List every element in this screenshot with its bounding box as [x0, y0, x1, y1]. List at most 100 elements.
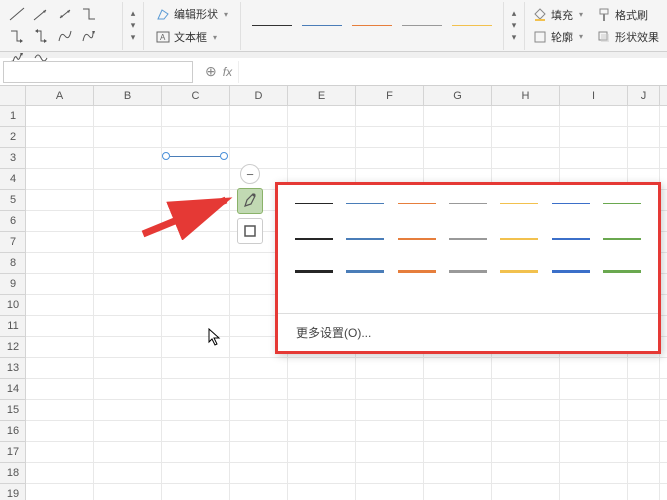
line-swatch[interactable] — [295, 238, 333, 240]
gallery-down-icon[interactable]: ▾ — [126, 20, 140, 32]
line-swatch[interactable] — [398, 270, 436, 273]
row-header[interactable]: 5 — [0, 190, 26, 211]
cell[interactable] — [162, 442, 230, 463]
eyedropper-button[interactable] — [237, 188, 263, 214]
cell[interactable] — [94, 274, 162, 295]
cell[interactable] — [424, 442, 492, 463]
style-up-icon[interactable]: ▴ — [507, 8, 521, 20]
cell[interactable] — [560, 127, 628, 148]
row-header[interactable]: 7 — [0, 232, 26, 253]
row-header[interactable]: 1 — [0, 106, 26, 127]
cell[interactable] — [628, 484, 660, 500]
cell[interactable] — [94, 253, 162, 274]
line-style-swatch[interactable] — [297, 16, 347, 36]
style-down-icon[interactable]: ▾ — [507, 20, 521, 32]
cell[interactable] — [26, 484, 94, 500]
shape-effects-button[interactable]: 形状效果 — [593, 27, 663, 47]
cell[interactable] — [288, 379, 356, 400]
cell[interactable] — [628, 463, 660, 484]
cell[interactable] — [288, 463, 356, 484]
cell[interactable] — [424, 400, 492, 421]
cell[interactable] — [628, 148, 660, 169]
fill-button[interactable]: 填充▾ — [529, 5, 587, 25]
line-swatch[interactable] — [346, 270, 384, 273]
cell[interactable] — [162, 400, 230, 421]
name-box[interactable] — [3, 61, 193, 83]
cell[interactable] — [492, 106, 560, 127]
cell[interactable] — [26, 442, 94, 463]
cell[interactable] — [26, 358, 94, 379]
column-header[interactable]: D — [230, 86, 288, 106]
cell[interactable] — [628, 358, 660, 379]
shape-arrow-icon[interactable] — [30, 4, 52, 24]
more-settings-button[interactable]: 更多设置(O)... — [278, 313, 658, 351]
text-box-button[interactable]: A 文本框▾ — [152, 27, 232, 47]
cell[interactable] — [162, 295, 230, 316]
cell[interactable] — [162, 274, 230, 295]
cell[interactable] — [492, 442, 560, 463]
cell[interactable] — [26, 400, 94, 421]
line-swatch[interactable] — [552, 238, 590, 240]
resize-handle-right[interactable] — [220, 152, 228, 160]
cell[interactable] — [356, 127, 424, 148]
line-swatch[interactable] — [552, 270, 590, 273]
row-header[interactable]: 4 — [0, 169, 26, 190]
fx-icon[interactable]: fx — [223, 65, 232, 79]
line-swatch[interactable] — [500, 203, 538, 204]
cell[interactable] — [230, 421, 288, 442]
shape-elbow-double-icon[interactable] — [30, 26, 52, 46]
cell[interactable] — [356, 484, 424, 500]
cell[interactable] — [424, 106, 492, 127]
line-swatch[interactable] — [449, 203, 487, 204]
cell[interactable] — [424, 127, 492, 148]
line-swatch[interactable] — [603, 238, 641, 240]
cell[interactable] — [26, 169, 94, 190]
line-swatch[interactable] — [295, 203, 333, 204]
cell[interactable] — [288, 400, 356, 421]
line-style-swatch[interactable] — [347, 16, 397, 36]
cell[interactable] — [94, 379, 162, 400]
cell[interactable] — [560, 358, 628, 379]
cell[interactable] — [162, 169, 230, 190]
cell[interactable] — [94, 358, 162, 379]
cell[interactable] — [94, 421, 162, 442]
row-header[interactable]: 14 — [0, 379, 26, 400]
cell[interactable] — [356, 463, 424, 484]
cell[interactable] — [492, 484, 560, 500]
cell[interactable] — [560, 484, 628, 500]
cell[interactable] — [94, 316, 162, 337]
column-header[interactable]: F — [356, 86, 424, 106]
line-body[interactable] — [170, 156, 220, 157]
cell[interactable] — [356, 358, 424, 379]
cell[interactable] — [628, 127, 660, 148]
cell[interactable] — [230, 358, 288, 379]
cell[interactable] — [492, 400, 560, 421]
cell[interactable] — [162, 127, 230, 148]
shape-curve-icon[interactable] — [54, 26, 76, 46]
cell[interactable] — [94, 484, 162, 500]
line-swatch[interactable] — [603, 203, 641, 204]
cell[interactable] — [94, 295, 162, 316]
cell[interactable] — [94, 106, 162, 127]
outline-button[interactable]: 轮廓▾ — [529, 27, 587, 47]
row-header[interactable]: 8 — [0, 253, 26, 274]
cell[interactable] — [424, 148, 492, 169]
cell[interactable] — [628, 421, 660, 442]
gallery-up-icon[interactable]: ▴ — [126, 8, 140, 20]
cell[interactable] — [288, 148, 356, 169]
cell[interactable] — [628, 379, 660, 400]
line-swatch[interactable] — [398, 238, 436, 240]
cell[interactable] — [560, 421, 628, 442]
cell[interactable] — [26, 379, 94, 400]
line-style-gallery[interactable] — [241, 2, 504, 50]
shape-curve-arrow-icon[interactable] — [78, 26, 100, 46]
cell[interactable] — [94, 337, 162, 358]
cell[interactable] — [94, 190, 162, 211]
cell[interactable] — [94, 232, 162, 253]
cell[interactable] — [230, 127, 288, 148]
shape-gallery[interactable] — [4, 2, 123, 50]
line-swatch[interactable] — [500, 238, 538, 240]
cell[interactable] — [288, 358, 356, 379]
cell[interactable] — [356, 442, 424, 463]
cell[interactable] — [230, 442, 288, 463]
